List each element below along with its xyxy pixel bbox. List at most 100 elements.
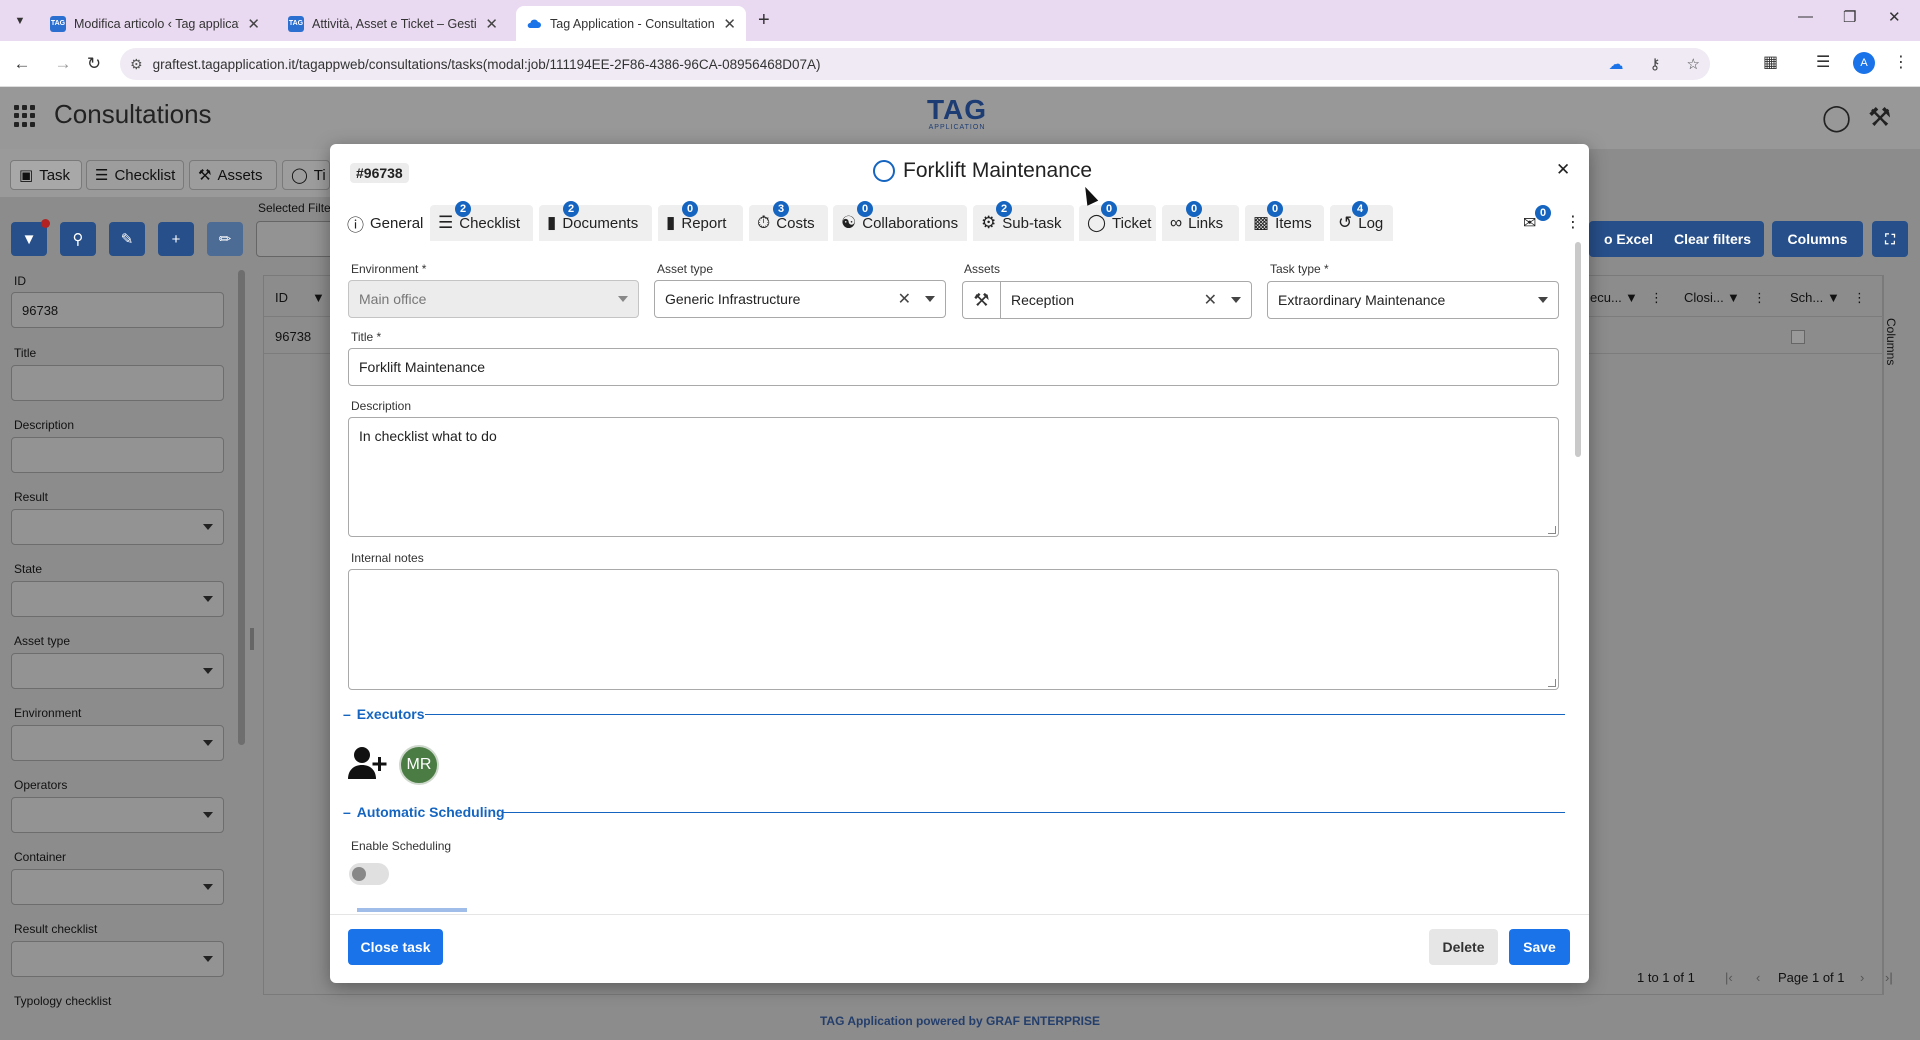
filter-title-input[interactable] <box>11 365 224 401</box>
prev-page-icon[interactable]: ‹ <box>1756 970 1760 985</box>
bookmark-star-icon[interactable]: ☆ <box>1687 55 1700 73</box>
tab-general[interactable]: ⓘ General <box>339 205 425 241</box>
grid-col-id[interactable]: ID <box>275 290 288 305</box>
last-page-icon[interactable]: ›| <box>1885 970 1893 985</box>
resize-grip-icon[interactable] <box>1548 526 1556 534</box>
clear-filters-button[interactable]: Clear filters <box>1661 221 1764 257</box>
tools-icon[interactable]: ⚒ <box>1868 102 1891 133</box>
columns-button[interactable]: Columns <box>1772 221 1863 257</box>
tab-items[interactable]: ▩ Items <box>1245 205 1324 241</box>
site-info-icon[interactable]: ⚙ <box>130 56 143 73</box>
reload-icon[interactable]: ↻ <box>81 51 107 77</box>
tab-task[interactable]: ▣ Task <box>10 160 82 190</box>
assets-select[interactable]: Reception ✕ <box>1000 281 1252 319</box>
grid-menu-icon[interactable]: ⋮ <box>1853 290 1866 306</box>
first-page-icon[interactable]: |‹ <box>1725 970 1733 985</box>
cloud-extension-icon[interactable]: ☁ <box>1609 55 1624 73</box>
tab-assets[interactable]: ⚒ Assets <box>189 160 277 190</box>
tab-report[interactable]: ▮ Report <box>658 205 743 241</box>
asset-type-select[interactable]: Generic Infrastructure ✕ <box>654 280 946 318</box>
filter-state-select[interactable] <box>11 581 224 617</box>
tab-search-chevron-icon[interactable]: ▼ <box>8 9 32 33</box>
browser-menu-icon[interactable]: ⋮ <box>1893 52 1909 72</box>
address-bar[interactable]: ⚙ graftest.tagapplication.it/tagappweb/c… <box>120 48 1710 80</box>
save-button[interactable]: Save <box>1509 929 1570 965</box>
modal-scrollbar[interactable] <box>1575 242 1581 457</box>
next-page-icon[interactable]: › <box>1860 970 1864 985</box>
grid-filter-icon[interactable]: ▼ <box>312 290 325 305</box>
grid-menu-icon[interactable]: ⋮ <box>1650 290 1663 306</box>
filter-result-checklist-select[interactable] <box>11 941 224 977</box>
browser-tab-active[interactable]: Tag Application - Consultations ✕ <box>516 6 746 41</box>
panel-resize-handle[interactable] <box>250 628 254 650</box>
restore-window-icon[interactable]: ❐ <box>1843 8 1856 26</box>
browser-tab-2[interactable]: TAG Attività, Asset e Ticket – Gestio ✕ <box>278 6 508 41</box>
grid-filter-icon[interactable]: ▼ <box>1727 290 1740 305</box>
grid-menu-icon[interactable]: ⋮ <box>1753 290 1766 306</box>
more-options-icon[interactable]: ⋮ <box>1565 212 1581 232</box>
columns-side-label[interactable]: Columns <box>1884 318 1898 365</box>
filter-id-input[interactable]: 96738 <box>11 292 224 328</box>
minimize-window-icon[interactable]: — <box>1798 8 1813 25</box>
password-key-icon[interactable]: ⚷ <box>1650 55 1661 73</box>
forward-arrow-icon[interactable]: → <box>50 51 76 77</box>
filter-container-select[interactable] <box>11 869 224 905</box>
tab-documents[interactable]: ▮ Documents <box>539 205 652 241</box>
close-tab-icon[interactable]: ✕ <box>247 15 260 33</box>
filter-environment-select[interactable] <box>11 725 224 761</box>
task-type-select[interactable]: Extraordinary Maintenance <box>1267 281 1559 319</box>
grid-col-sch[interactable]: Sch... <box>1790 290 1823 305</box>
filter-description-input[interactable] <box>11 437 224 473</box>
tab-sub-task[interactable]: ⚙ Sub-task <box>973 205 1074 241</box>
executor-avatar[interactable]: MR <box>399 745 439 785</box>
clear-icon[interactable]: ✕ <box>1204 290 1217 310</box>
edit-button[interactable]: ✏ <box>207 222 243 256</box>
back-arrow-icon[interactable]: ← <box>9 51 35 77</box>
browser-tab-1[interactable]: TAG Modifica articolo ‹ Tag applicat ✕ <box>40 6 270 41</box>
add-user-icon[interactable] <box>348 745 388 788</box>
environment-select[interactable]: Main office <box>348 280 639 318</box>
chat-icon[interactable]: ✉ <box>1523 213 1536 233</box>
grid-filter-icon[interactable]: ▼ <box>1625 290 1638 305</box>
tab-collaborations[interactable]: ☯ Collaborations <box>833 205 967 241</box>
internal-notes-textarea[interactable] <box>348 569 1559 690</box>
add-button[interactable]: + <box>158 222 194 256</box>
new-tab-plus-icon[interactable]: + <box>758 9 770 32</box>
description-textarea[interactable]: In checklist what to do <box>348 417 1559 537</box>
close-tab-icon[interactable]: ✕ <box>485 15 498 33</box>
filter-operators-select[interactable] <box>11 797 224 833</box>
media-control-icon[interactable]: ☰ <box>1816 52 1830 72</box>
title-input[interactable]: Forklift Maintenance <box>348 348 1559 386</box>
clear-icon[interactable]: ✕ <box>898 289 911 309</box>
export-excel-button[interactable]: o Excel <box>1589 221 1668 257</box>
filter-asset-type-select[interactable] <box>11 653 224 689</box>
extensions-puzzle-icon[interactable]: ▦ <box>1763 52 1778 72</box>
enable-scheduling-toggle[interactable] <box>349 863 389 885</box>
close-task-button[interactable]: Close task <box>348 929 443 965</box>
close-window-icon[interactable]: ✕ <box>1888 8 1901 26</box>
filter-button[interactable]: ▼ <box>11 222 47 256</box>
modal-close-icon[interactable]: ✕ <box>1556 160 1570 180</box>
grid-filter-icon[interactable]: ▼ <box>1827 290 1840 305</box>
delete-button[interactable]: Delete <box>1429 929 1498 965</box>
tab-checklist[interactable]: ☰ Checklist <box>430 205 533 241</box>
filter-result-select[interactable] <box>11 509 224 545</box>
tab-checklist[interactable]: ☰ Checklist <box>86 160 184 190</box>
support-headset-icon[interactable]: ◯ <box>1822 102 1851 133</box>
profile-avatar[interactable]: A <box>1853 52 1875 74</box>
headset-icon: ◯ <box>1087 213 1107 232</box>
tab-ticket[interactable]: ◯ Ti <box>282 160 330 190</box>
asset-wrench-icon[interactable]: ⚒ <box>962 281 1000 319</box>
brush-button[interactable]: ✎ <box>109 222 145 256</box>
resize-grip-icon[interactable] <box>1548 679 1556 687</box>
row-checkbox[interactable] <box>1791 330 1805 344</box>
selected-filter-select[interactable] <box>256 221 336 257</box>
apps-grid-icon[interactable] <box>14 105 36 127</box>
fullscreen-icon[interactable]: ⛶ <box>1872 221 1908 257</box>
tab-ticket[interactable]: ◯ Ticket <box>1079 205 1156 241</box>
search-button[interactable]: ⚲ <box>60 222 96 256</box>
close-tab-icon[interactable]: ✕ <box>723 15 736 33</box>
filter-panel-scrollbar[interactable] <box>238 270 245 745</box>
grid-col-closing[interactable]: Closi... <box>1684 290 1724 305</box>
grid-col-exec[interactable]: ecu... <box>1590 290 1622 305</box>
